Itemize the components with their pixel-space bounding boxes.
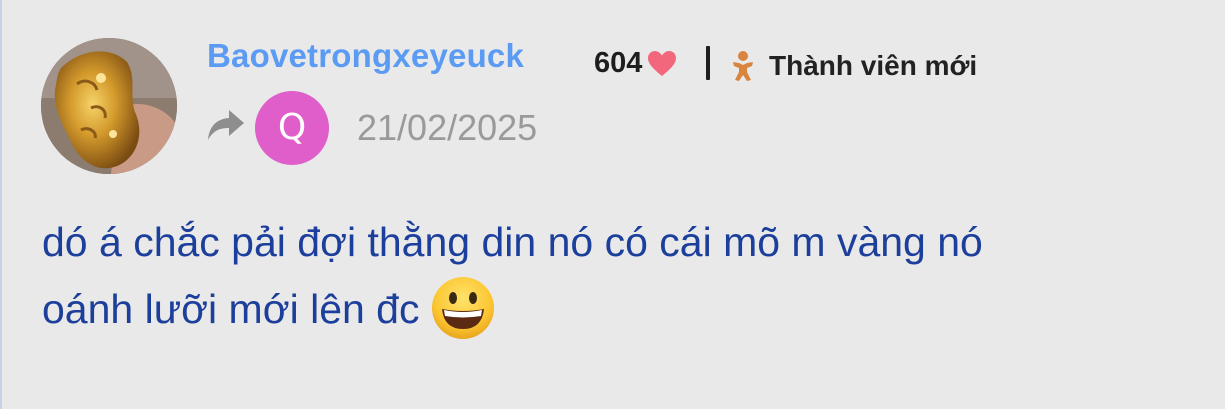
post-date: 21/02/2025 xyxy=(357,107,538,148)
author-rank-badge[interactable]: Thành viên mới xyxy=(730,50,977,82)
new-member-icon xyxy=(730,50,756,82)
reply-arrow-icon xyxy=(205,108,245,144)
post-text-line-1: dó á chắc pải đợi thằng din nó có cái mõ… xyxy=(42,219,983,265)
author-likes: 604 xyxy=(594,47,677,80)
reply-to-avatar[interactable]: Q xyxy=(255,91,329,165)
likes-count: 604 xyxy=(594,47,643,79)
comment-post: Baovetrongxeyeuck 604 Thành viên mới Q 2… xyxy=(0,0,1225,409)
meta-divider xyxy=(706,46,710,80)
post-body: dó á chắc pải đợi thằng din nó có cái mõ… xyxy=(42,209,1192,342)
user-avatar[interactable] xyxy=(41,38,177,174)
heart-icon xyxy=(648,50,677,77)
grinning-face-emoji-icon xyxy=(430,275,496,341)
post-text-line-2: oánh lưỡi mới lên đc xyxy=(42,286,420,332)
author-username[interactable]: Baovetrongxeyeuck xyxy=(207,37,524,75)
rank-label: Thành viên mới xyxy=(769,50,978,81)
